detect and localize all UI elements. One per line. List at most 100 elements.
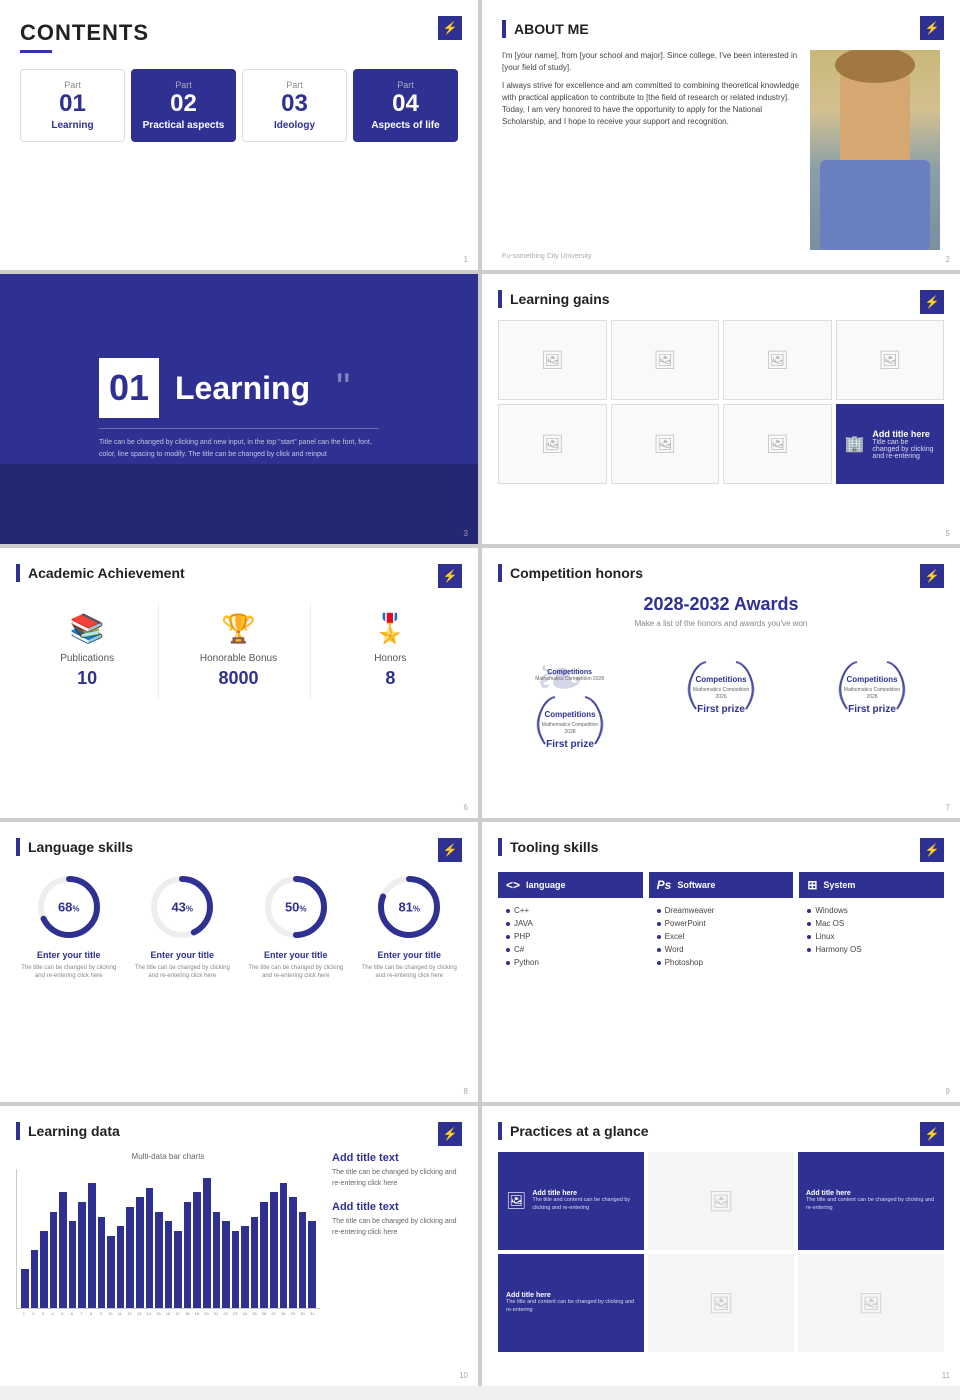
slide-achievement: ⚡ Academic Achievement 📚 Publications 10… (0, 548, 478, 818)
data-title-wrap: Learning data (16, 1122, 120, 1140)
chart-label-15: 16 (164, 1311, 172, 1316)
lang-item-3: 50% Enter your title The title can be ch… (243, 872, 349, 981)
competition-logo: ⚡ (920, 564, 944, 588)
tool-word: Word (649, 943, 794, 956)
award-card-2: Competitions Mathematics Competition 202… (649, 644, 792, 769)
bar-24 (251, 1217, 259, 1308)
practice-img-4: 🖼 (858, 1291, 883, 1316)
svg-text:2028: 2028 (564, 729, 575, 735)
competition-title: Competition honors (510, 565, 643, 581)
slide-num-4: 5 (946, 529, 950, 538)
chart-label-30: 31 (308, 1311, 316, 1316)
gains-logo: ⚡ (920, 290, 944, 314)
chart-area: Multi-data bar charts 123456789101112131… (16, 1152, 462, 1316)
practice-light-2: 🖼 (648, 1254, 794, 1352)
about-title-wrap: ABOUT ME (502, 20, 589, 38)
practices-logo: ⚡ (920, 1122, 944, 1146)
lang-name-2: Enter your title (130, 950, 236, 960)
about-p1: I'm [your name], from [your school and m… (502, 50, 800, 74)
about-title: ABOUT ME (514, 21, 589, 37)
part-name-2: Practical aspects (138, 120, 229, 131)
chart-label-1: 2 (30, 1311, 38, 1316)
presentation: ⚡ CONTENTS Part 01 Learning Part 02 Prac… (0, 0, 960, 1386)
chart-label-18: 19 (193, 1311, 201, 1316)
chart-label-26: 27 (270, 1311, 278, 1316)
chart-label-2: 3 (39, 1311, 47, 1316)
slide-num-8: 9 (946, 1087, 950, 1096)
bar-12 (136, 1197, 144, 1308)
language-header: Language skills (16, 838, 462, 856)
chart-label-19: 20 (203, 1311, 211, 1316)
data-header: Learning data (16, 1122, 462, 1140)
competition-header: Competition honors (498, 564, 944, 582)
about-p2: I always strive for excellence and am co… (502, 80, 800, 128)
chart-label-7: 8 (87, 1311, 95, 1316)
part-num-2: 02 (138, 92, 229, 116)
dot-php (506, 935, 510, 939)
part-card-2[interactable]: Part 02 Practical aspects (131, 69, 236, 142)
bar-29 (299, 1212, 307, 1308)
lang-name-4: Enter your title (357, 950, 463, 960)
logo-icon: ⚡ (438, 16, 462, 40)
circle-text-2: 43% (171, 900, 193, 915)
tool-python: Python (498, 956, 643, 969)
slide-practices: ⚡ Practices at a glance 🖼 Add title here… (482, 1106, 960, 1386)
data-logo: ⚡ (438, 1122, 462, 1146)
competition-title-wrap: Competition honors (498, 564, 643, 582)
achievement-section-bar (16, 564, 20, 582)
svg-text:Competitions: Competitions (544, 710, 596, 719)
bar-17 (184, 1202, 192, 1308)
lang-item-2: 43% Enter your title The title can be ch… (130, 872, 236, 981)
chart-label-10: 11 (116, 1311, 124, 1316)
slide-num-3: 3 (464, 529, 468, 538)
practice-text-3: Add title here The title and content can… (506, 1292, 636, 1313)
chart-label-28: 29 (289, 1311, 297, 1316)
dot-photoshop (657, 961, 661, 965)
lang-item-4: 81% Enter your title The title can be ch… (357, 872, 463, 981)
bar-28 (289, 1197, 297, 1308)
gain-cell-6: 🖼 (611, 404, 720, 484)
tool-dreamweaver: Dreamweaver (649, 904, 794, 917)
practice-img-2: 🖼 (708, 1189, 733, 1214)
slide-num-6: 7 (946, 803, 950, 812)
slide-language: ⚡ Language skills 68% Enter your title T… (0, 822, 478, 1102)
chart-label-11: 12 (126, 1311, 134, 1316)
part-card-3[interactable]: Part 03 Ideology (242, 69, 347, 142)
chart-label-14: 15 (155, 1311, 163, 1316)
practice-img-3: 🖼 (708, 1291, 733, 1316)
slide-tooling: ⚡ Tooling skills <> language C++ JAVA PH… (482, 822, 960, 1102)
chart-label-3: 4 (49, 1311, 57, 1316)
bar-11 (126, 1207, 134, 1308)
chart-label-13: 14 (145, 1311, 153, 1316)
practice-title-2: Add title here (806, 1190, 936, 1197)
part-card-4[interactable]: Part 04 Aspects of life (353, 69, 458, 142)
practice-dark-2: Add title here The title and content can… (798, 1152, 944, 1250)
lang-item-1: 68% Enter your title The title can be ch… (16, 872, 122, 981)
chart-text-title-1: Add title text (332, 1152, 462, 1164)
bar-chart: Multi-data bar charts 123456789101112131… (16, 1152, 320, 1316)
practice-sub-1: The title and content can be changed by … (532, 1197, 636, 1211)
slide-num-9: 10 (459, 1371, 468, 1380)
slide-data: ⚡ Learning data Multi-data bar charts 12… (0, 1106, 478, 1386)
part-card-1[interactable]: Part 01 Learning (20, 69, 125, 142)
img-icon-7: 🖼 (766, 434, 789, 455)
chart-label-17: 18 (183, 1311, 191, 1316)
chart-label-8: 9 (97, 1311, 105, 1316)
slide-contents: ⚡ CONTENTS Part 01 Learning Part 02 Prac… (0, 0, 478, 270)
dot-excel (657, 935, 661, 939)
chart-label-25: 26 (260, 1311, 268, 1316)
bar-1 (31, 1250, 39, 1308)
circle-3: 50% (261, 872, 331, 942)
about-footer: Fu-something City University (502, 253, 591, 260)
dot-python (506, 961, 510, 965)
tool-header-language: <> language (498, 872, 643, 898)
chart-label-4: 5 (58, 1311, 66, 1316)
bar-0 (21, 1269, 29, 1308)
part-name-4: Aspects of life (360, 120, 451, 131)
bar-22 (232, 1231, 240, 1308)
gains-title-wrap: Learning gains (498, 290, 610, 308)
bar-4 (59, 1192, 67, 1308)
slide-num-1: 1 (464, 255, 468, 264)
laurel-1: ❧ Competitions Mathematics Competition 2… (530, 654, 610, 683)
practices-title-wrap: Practices at a glance (498, 1122, 649, 1140)
